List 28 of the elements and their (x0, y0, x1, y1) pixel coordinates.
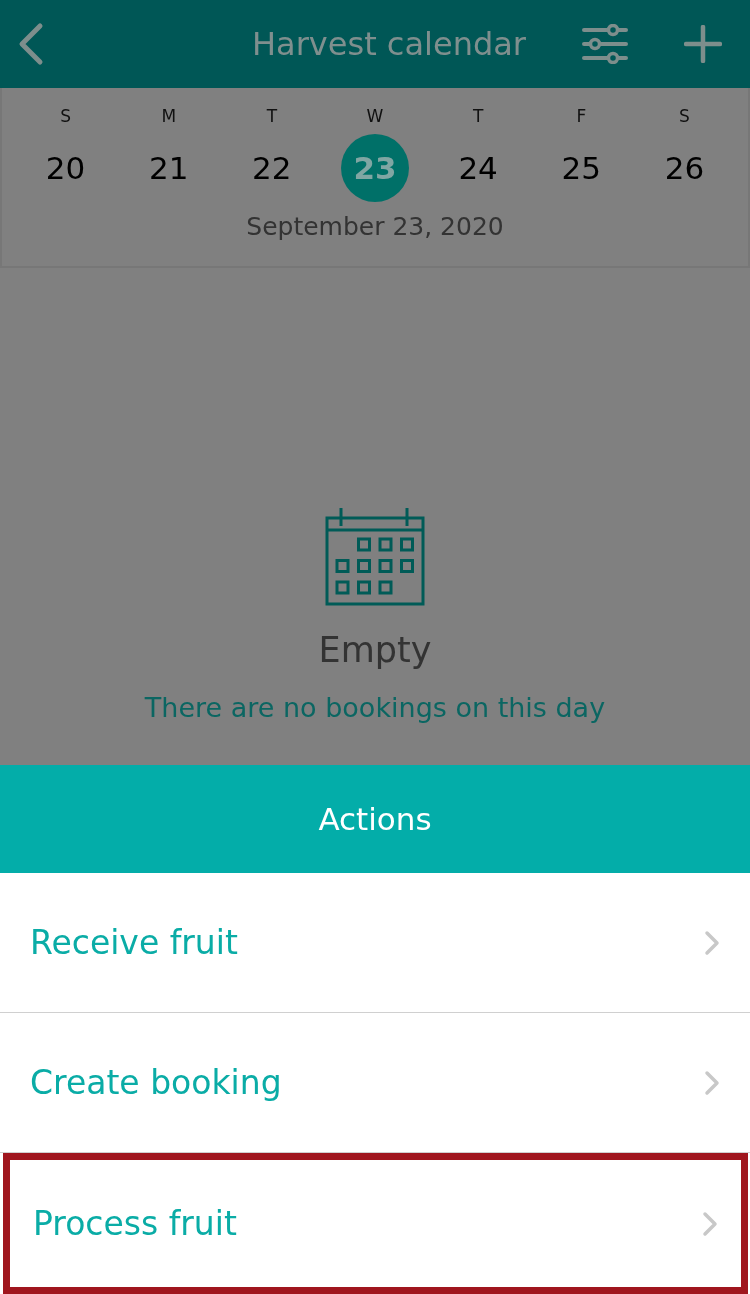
action-item[interactable]: Process fruit (3, 1153, 748, 1294)
action-label: Create booking (30, 1063, 282, 1102)
chevron-icon[interactable] (704, 1069, 720, 1096)
date-number[interactable]: 22 (237, 134, 306, 202)
weekday-label: S (60, 106, 71, 128)
selected-date: September 23, 2020 (246, 212, 504, 241)
date-number[interactable]: 24 (444, 134, 513, 202)
filter-icon[interactable] (582, 24, 628, 64)
empty-message: There are no bookings on this day (144, 692, 606, 723)
weekday-label: T (266, 106, 278, 128)
weekday-label: M (161, 106, 177, 128)
date-number[interactable]: 26 (650, 134, 719, 202)
screen-title: Harvest calendar (252, 25, 526, 63)
action-label: Process fruit (33, 1204, 237, 1243)
calendar-icon (325, 506, 425, 606)
chevron-icon[interactable] (702, 1210, 718, 1237)
empty-title: Empty (318, 630, 432, 670)
action-label: Receive fruit (30, 923, 238, 962)
chevron-icon[interactable] (704, 929, 720, 956)
weekday-label: S (679, 106, 690, 128)
weekday-label: W (366, 106, 384, 128)
date-number[interactable]: 25 (547, 134, 616, 202)
date-number[interactable]: 21 (134, 134, 203, 202)
date-number[interactable]: 20 (31, 134, 100, 202)
sheet-title: Actions (0, 765, 750, 873)
add-icon[interactable] (684, 25, 722, 63)
weekday-label: F (576, 106, 587, 128)
weekday-label: T (472, 106, 484, 128)
